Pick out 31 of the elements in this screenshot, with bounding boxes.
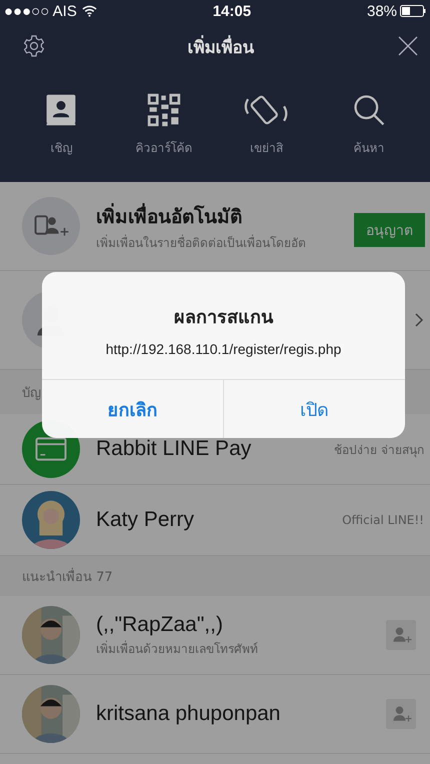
action-label: เชิญ (50, 140, 72, 157)
battery-icon (400, 5, 426, 17)
dialog-button[interactable]: ยกเลิก (42, 380, 223, 438)
friend-source: เพิ่มเพื่อนด้วยหมายเลขโทรศัพท์ (96, 640, 258, 658)
account-note: Official LINE!! (342, 513, 424, 527)
friend-name: (,,"RapZaa",,) (96, 612, 224, 636)
qr-code-icon[interactable] (146, 92, 182, 128)
allow-button[interactable]: อนุญาต (354, 213, 425, 247)
account-name: Rabbit LINE Pay (96, 437, 252, 461)
action-label: เขย่าสิ (250, 140, 283, 157)
wifi-icon (82, 5, 97, 17)
auto-add-description: เพิ่มเพื่อนในรายชื่อติดต่อเป็นเพื่อนโดยอัต (96, 234, 306, 252)
carrier-signal: ●●●○○ AIS (4, 2, 77, 20)
screen-title: เพิ่มเพื่อน (46, 32, 396, 60)
action-label: ค้นหา (353, 140, 384, 157)
clock: 14:05 (212, 2, 252, 20)
battery-percent: 38% (366, 2, 398, 20)
close-icon[interactable] (396, 34, 420, 58)
account-note: ช้อปง่าย จ่ายสนุก (334, 442, 424, 458)
action-label: คิวอาร์โค้ด (135, 140, 192, 157)
dialog-title: ผลการสแกน (174, 306, 273, 330)
chevron-right-icon[interactable] (414, 312, 424, 328)
auto-add-title: เพิ่มเพื่อนอัตโนมัติ (96, 200, 306, 230)
dialog-message: http://192.168.110.1/register/regis.php (106, 341, 342, 357)
settings-icon[interactable] (22, 34, 46, 58)
dialog-button[interactable]: เปิด (223, 380, 405, 438)
friend-name: kritsana phuponpan (96, 702, 280, 726)
section-header: บัญ (22, 384, 41, 402)
add-contact-icon (22, 197, 80, 255)
section-header: แนะนำเพื่อน 77 (22, 566, 113, 586)
account-name: Katy Perry (96, 508, 194, 532)
